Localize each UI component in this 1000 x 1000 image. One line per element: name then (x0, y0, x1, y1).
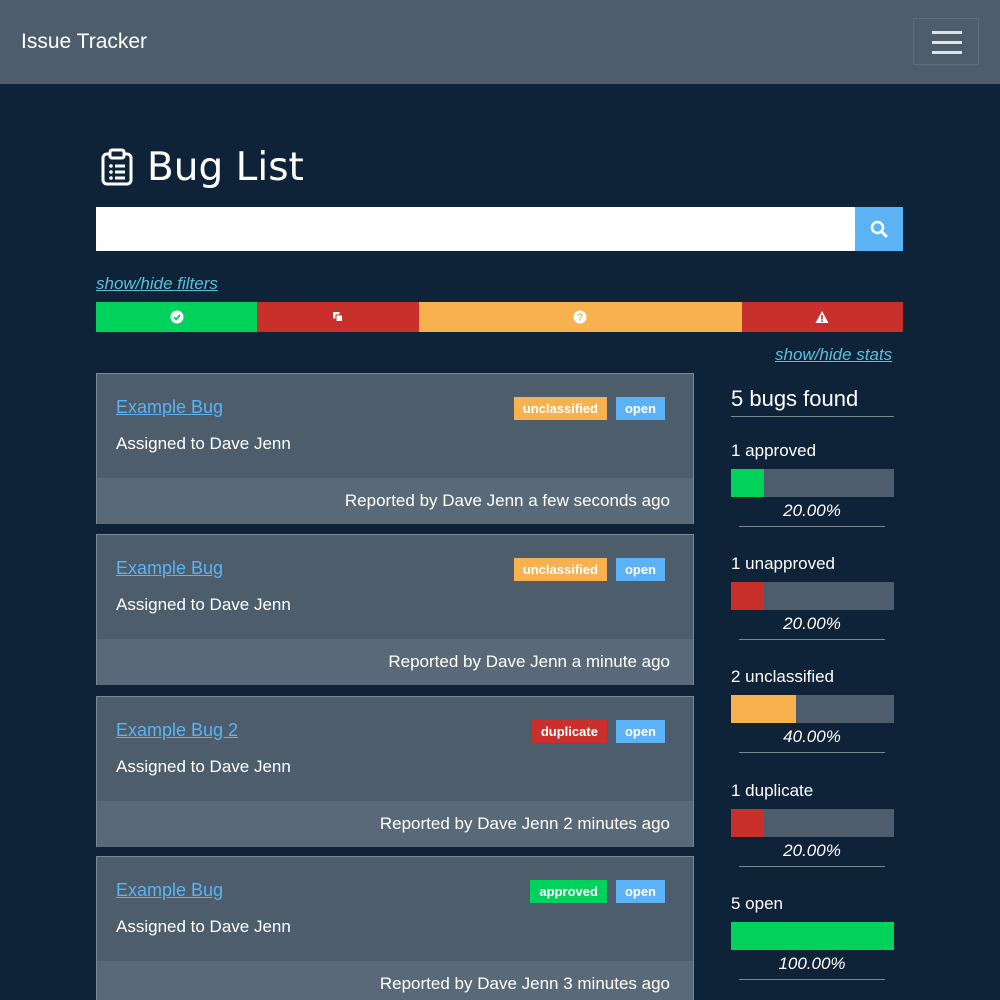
svg-text:?: ? (577, 313, 583, 324)
bug-assignee: Assigned to Dave Jenn (116, 595, 291, 614)
stat-percent: 20.00% (739, 841, 885, 867)
hamburger-icon-bar (932, 51, 962, 54)
bug-status-badge: duplicate (531, 720, 607, 743)
stat-percent: 20.00% (739, 614, 885, 640)
toggle-filters-link[interactable]: show/hide filters (96, 274, 218, 294)
stat-progress-fill (731, 695, 797, 723)
bug-card-footer: Reported by Dave Jenn 2 minutes ago (97, 801, 693, 847)
bug-card: Example Bug unclassified open Assigned to D… (96, 534, 694, 685)
bug-status-badge: approved (530, 880, 607, 903)
bug-badges: duplicate open (531, 720, 665, 743)
bug-card-footer: Reported by Dave Jenn a few seconds ago (97, 478, 693, 524)
bug-card-footer: Reported by Dave Jenn a minute ago (97, 639, 693, 685)
search-icon (870, 220, 888, 238)
stat-progress-bar (731, 922, 894, 950)
bug-reported-text: Reported by Dave Jenn 2 minutes ago (379, 814, 670, 833)
navbar-brand[interactable]: Issue Tracker (21, 30, 147, 54)
stats-panel: 5 bugs found 1 approved 20.00% 1 unapprove… (731, 386, 894, 980)
bug-badges: approved open (530, 880, 665, 903)
status-distribution-bar: ? (96, 302, 903, 332)
stat-item: 5 open 100.00% (731, 894, 894, 980)
bug-title-link[interactable]: Example Bug (116, 558, 223, 579)
warning-icon (815, 310, 829, 324)
stat-progress-bar (731, 695, 894, 723)
bug-assignee: Assigned to Dave Jenn (116, 434, 291, 453)
stat-label: 2 unclassified (731, 667, 835, 686)
menu-toggle-button[interactable] (913, 18, 979, 65)
stat-percent: 20.00% (739, 501, 885, 527)
bug-status-badge: open (615, 397, 665, 420)
stat-progress-bar (731, 582, 894, 610)
stat-label: 1 unapproved (731, 554, 835, 573)
bug-status-badge: open (615, 880, 665, 903)
bug-status-badge: unclassified (513, 558, 607, 581)
hamburger-icon-bar (932, 41, 962, 44)
stat-label: 5 open (731, 894, 783, 913)
stat-progress-bar (731, 469, 894, 497)
bug-title-link[interactable]: Example Bug (116, 880, 223, 901)
hamburger-icon (932, 31, 962, 34)
stat-item: 1 duplicate 20.00% (731, 781, 894, 867)
bug-card: Example Bug approved open Assigned to Dave … (96, 856, 694, 1000)
bug-card-footer: Reported by Dave Jenn 3 minutes ago (97, 961, 693, 1000)
bug-reported-text: Reported by Dave Jenn a few seconds ago (344, 491, 670, 510)
check-circle-icon (170, 310, 184, 324)
bug-status-badge: open (615, 720, 665, 743)
bug-reported-text: Reported by Dave Jenn a minute ago (388, 652, 670, 671)
clipboard-list-icon (101, 148, 133, 186)
status-segment-approved[interactable] (96, 302, 258, 332)
bug-badges: unclassified open (513, 558, 665, 581)
stat-item: 1 unapproved 20.00% (731, 554, 894, 640)
stat-label: 1 approved (731, 441, 817, 460)
stat-progress-bar (731, 809, 894, 837)
stat-item: 2 unclassified 40.00% (731, 667, 894, 753)
bug-card: Example Bug 2 duplicate open Assigned to Da… (96, 696, 694, 847)
bug-assignee: Assigned to Dave Jenn (116, 917, 291, 936)
stat-progress-fill (731, 582, 764, 610)
toggle-stats-link[interactable]: show/hide stats (775, 345, 892, 365)
bug-status-badge: open (615, 558, 665, 581)
status-segment-unclassified[interactable]: ? (418, 302, 742, 332)
status-segment-duplicate[interactable] (741, 302, 903, 332)
copy-icon (332, 311, 344, 323)
bug-status-badge: unclassified (513, 397, 607, 420)
bug-reported-text: Reported by Dave Jenn 3 minutes ago (379, 974, 670, 993)
bug-title-link[interactable]: Example Bug (116, 397, 223, 418)
search-input[interactable] (96, 207, 855, 251)
stat-progress-fill (731, 922, 894, 950)
stat-label: 1 duplicate (731, 781, 814, 800)
stat-percent: 100.00% (739, 954, 885, 980)
stat-progress-fill (731, 469, 764, 497)
question-circle-icon: ? (573, 310, 587, 324)
page-title-text: Bug List (147, 144, 304, 190)
status-segment-unapproved[interactable] (257, 302, 419, 332)
bug-badges: unclassified open (513, 397, 665, 420)
bug-title-link[interactable]: Example Bug 2 (116, 720, 238, 741)
stat-item: 1 approved 20.00% (731, 441, 894, 527)
stats-heading: 5 bugs found (731, 386, 894, 417)
stat-percent: 40.00% (739, 727, 885, 753)
search-button[interactable] (855, 207, 903, 251)
page-title: Bug List (100, 144, 304, 190)
stat-progress-fill (731, 809, 764, 837)
bug-assignee: Assigned to Dave Jenn (116, 757, 291, 776)
bug-card: Example Bug unclassified open Assigned to D… (96, 373, 694, 524)
navbar: Issue Tracker (0, 0, 1000, 84)
